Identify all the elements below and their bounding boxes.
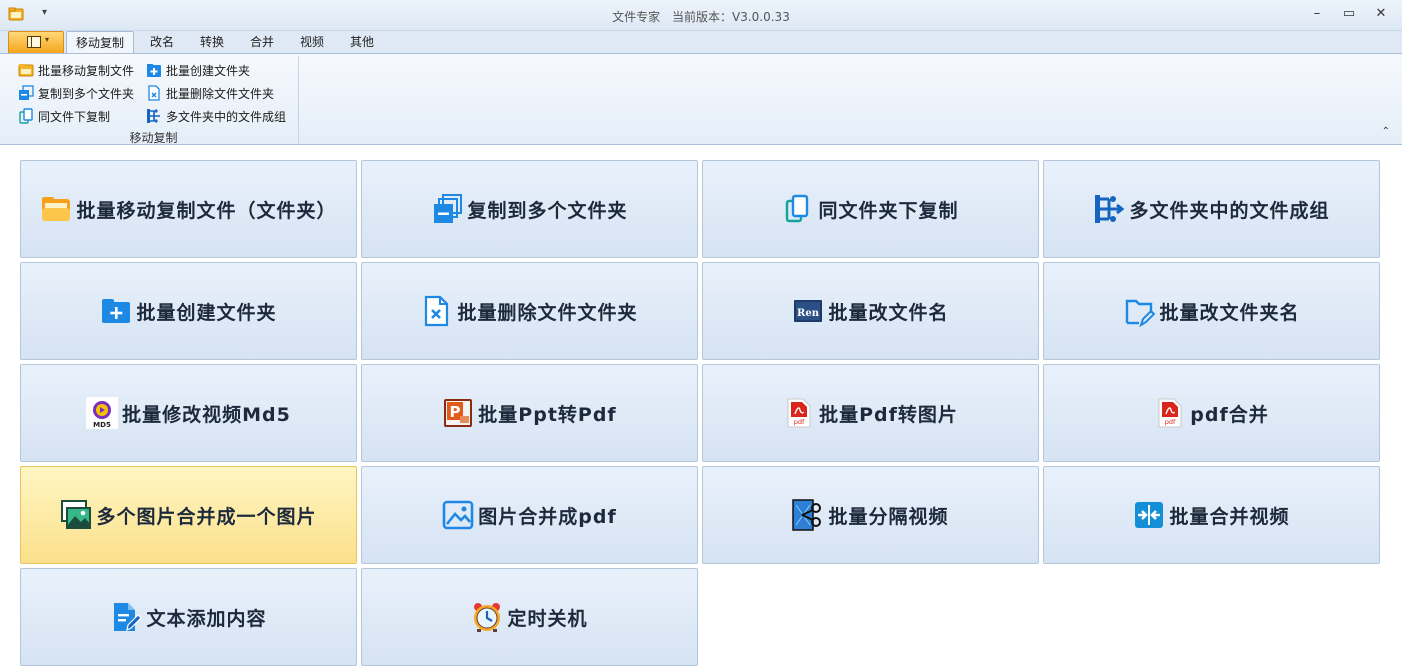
svg-text:P: P [450,403,461,421]
tile-ppt-to-pdf[interactable]: P 批量Ppt转Pdf [361,364,698,462]
scissors-video-icon [792,499,822,531]
tile-images-to-pdf[interactable]: 图片合并成pdf [361,466,698,564]
svg-text:pdf: pdf [794,418,805,426]
minimize-button[interactable]: – [1306,4,1328,24]
tile-add-text-content[interactable]: 文本添加内容 [20,568,357,666]
copy-stack-icon [434,194,463,223]
close-button[interactable]: ✕ [1370,4,1392,24]
window-title: 文件专家 当前版本：V3.0.0.33 [0,8,1402,25]
pdf-icon: pdf [1158,398,1182,428]
ribbon-group-files[interactable]: 多文件夹中的文件成组 [146,107,286,127]
add-folder-icon [147,64,161,77]
duplicate-icon [19,108,33,124]
tab-other[interactable]: 其他 [342,33,382,53]
tile-batch-rename-file[interactable]: Ren 批量改文件名 [702,262,1039,360]
tile-pdf-to-image[interactable]: pdf 批量Pdf转图片 [702,364,1039,462]
ribbon-batch-create-folder[interactable]: 批量创建文件夹 [146,61,250,81]
restore-button[interactable]: ▭ [1338,4,1360,24]
ribbon-group-label: 移动复制 [129,131,178,145]
tile-timed-shutdown[interactable]: 定时关机 [361,568,698,666]
ribbon-batch-move-copy[interactable]: 批量移动复制文件 [18,61,134,81]
tile-copy-multi-folder[interactable]: 复制到多个文件夹 [361,160,698,258]
app-name: 文件专家 [612,10,661,24]
ribbon-group-move-copy: 批量移动复制文件 复制到多个文件夹 同文件下复制 批量创建文件夹 批量删除文件文… [8,56,299,145]
tile-same-folder-copy[interactable]: 同文件夹下复制 [702,160,1039,258]
tab-video[interactable]: 视频 [292,33,332,53]
tile-merge-images[interactable]: 多个图片合并成一个图片 [20,466,357,564]
image-stack-icon [61,500,92,529]
folder-icon [18,64,34,77]
tile-video-md5[interactable]: MD5 批量修改视频Md5 [20,364,357,462]
ribbon-batch-delete[interactable]: 批量删除文件文件夹 [146,84,274,104]
tile-batch-create-folder[interactable]: 批量创建文件夹 [20,262,357,360]
tile-batch-rename-folder[interactable]: 批量改文件夹名 [1043,262,1380,360]
edit-document-icon [114,603,143,632]
svg-text:pdf: pdf [1165,418,1176,426]
duplicate-icon [786,194,809,223]
folder-icon [42,197,71,221]
ppt-icon: P [444,399,473,427]
tile-batch-delete[interactable]: 批量删除文件文件夹 [361,262,698,360]
svg-text:Ren: Ren [798,308,821,319]
chevron-down-icon: ▾ [45,35,50,44]
file-menu-button[interactable]: ▾ [8,31,64,53]
ribbon-same-folder-copy[interactable]: 同文件下复制 [18,107,110,127]
tab-rename[interactable]: 改名 [142,33,182,53]
version-label: 当前版本：V3.0.0.33 [672,10,790,24]
title-bar: ▾ 文件专家 当前版本：V3.0.0.33 – ▭ ✕ [0,0,1402,31]
alarm-clock-icon [474,603,501,632]
image-icon [442,500,474,530]
delete-file-icon [425,295,449,327]
tile-merge-video[interactable]: 批量合并视频 [1043,466,1380,564]
ribbon-copy-multi[interactable]: 复制到多个文件夹 [18,84,134,104]
rename-file-icon: Ren [794,300,823,322]
tab-convert[interactable]: 转换 [192,33,232,53]
copy-stack-icon [19,85,34,100]
group-icon [147,109,160,123]
collapse-ribbon-button[interactable]: ⌃ [1382,126,1390,137]
tile-pdf-merge[interactable]: pdf pdf合并 [1043,364,1380,462]
tile-split-video[interactable]: 批量分隔视频 [702,466,1039,564]
ribbon-tabs: ▾ 移动复制 改名 转换 合并 视频 其他 [0,31,1402,53]
add-folder-icon [102,299,131,323]
svg-text:MD5: MD5 [93,421,111,429]
menu-icon [27,36,41,48]
delete-file-icon [148,85,160,101]
tab-move-copy[interactable]: 移动复制 [66,31,134,53]
ribbon-panel: 批量移动复制文件 复制到多个文件夹 同文件下复制 批量创建文件夹 批量删除文件文… [0,53,1402,145]
md5-video-icon: MD5 [86,397,119,429]
tile-group-files[interactable]: 多文件夹中的文件成组 [1043,160,1380,258]
pdf-icon: pdf [787,398,811,428]
merge-video-icon [1135,502,1164,528]
rename-folder-icon [1126,299,1156,327]
tile-batch-move-copy[interactable]: 批量移动复制文件（文件夹） [20,160,357,258]
group-icon [1095,195,1125,223]
tab-merge[interactable]: 合并 [242,33,282,53]
